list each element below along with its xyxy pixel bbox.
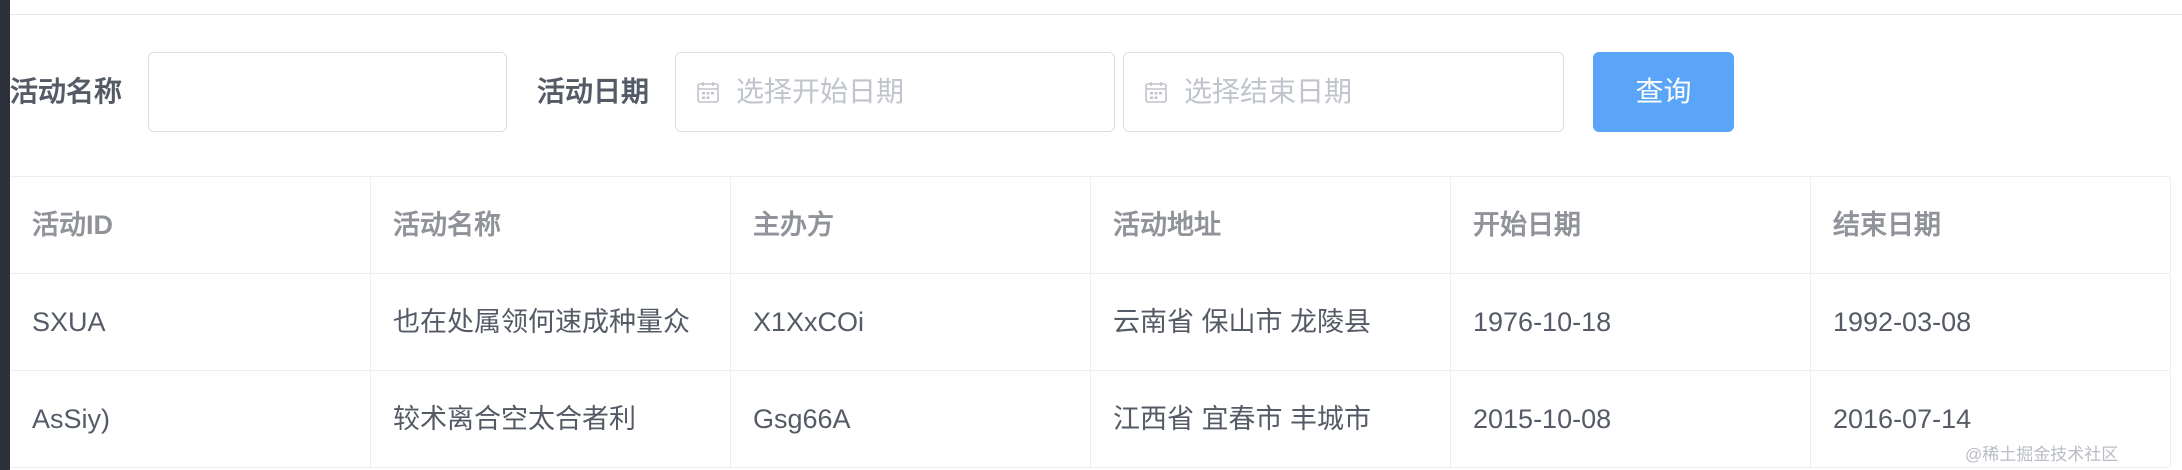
table-row[interactable]: AsSiy) 较术离合空太合者利 Gsg66A 江西省 宜春市 丰城市 2015… — [10, 371, 2171, 468]
table-row[interactable]: SXUA 也在处属领何速成种量众 X1XxCOi 云南省 保山市 龙陵县 197… — [10, 274, 2171, 371]
filter-form: 活动名称 活动日期 选择开始日期 选择结束日期 查询 — [10, 52, 1810, 132]
cell-address: 江西省 宜春市 丰城市 — [1091, 371, 1451, 467]
column-header-start-date[interactable]: 开始日期 — [1451, 177, 1811, 273]
cell-activity-name: 较术离合空太合者利 — [371, 371, 731, 467]
column-header-organizer[interactable]: 主办方 — [731, 177, 1091, 273]
column-header-end-date[interactable]: 结束日期 — [1811, 177, 2171, 273]
start-date-picker[interactable]: 选择开始日期 — [675, 52, 1115, 132]
activity-date-label: 活动日期 — [537, 76, 650, 107]
end-date-placeholder: 选择结束日期 — [1184, 76, 1353, 107]
cell-address: 云南省 保山市 龙陵县 — [1091, 274, 1451, 370]
cell-end-date: 1992-03-08 — [1811, 274, 2171, 370]
calendar-icon — [1145, 82, 1167, 103]
cell-organizer: X1XxCOi — [731, 274, 1091, 370]
cell-start-date: 1976-10-18 — [1451, 274, 1811, 370]
sidebar-edge — [0, 0, 10, 470]
column-header-name[interactable]: 活动名称 — [371, 177, 731, 273]
column-header-id[interactable]: 活动ID — [10, 177, 371, 273]
column-header-address[interactable]: 活动地址 — [1091, 177, 1451, 273]
divider — [10, 14, 2182, 15]
watermark: @稀土掘金技术社区 — [1965, 445, 2119, 464]
activity-query-page: 活动名称 活动日期 选择开始日期 选择结束日期 查询 活动ID 活动名称 主办方… — [0, 0, 2182, 470]
activity-table: 活动ID 活动名称 主办方 活动地址 开始日期 结束日期 SXUA 也在处属领何… — [10, 176, 2171, 468]
cell-activity-name: 也在处属领何速成种量众 — [371, 274, 731, 370]
table-header-row: 活动ID 活动名称 主办方 活动地址 开始日期 结束日期 — [10, 177, 2171, 274]
cell-activity-id: AsSiy) — [10, 371, 371, 467]
activity-name-input[interactable] — [148, 52, 507, 132]
calendar-icon — [697, 82, 719, 103]
cell-activity-id: SXUA — [10, 274, 371, 370]
cell-start-date: 2015-10-08 — [1451, 371, 1811, 467]
query-button[interactable]: 查询 — [1593, 52, 1734, 132]
end-date-picker[interactable]: 选择结束日期 — [1123, 52, 1564, 132]
start-date-placeholder: 选择开始日期 — [736, 76, 905, 107]
activity-name-label: 活动名称 — [10, 76, 123, 107]
cell-organizer: Gsg66A — [731, 371, 1091, 467]
